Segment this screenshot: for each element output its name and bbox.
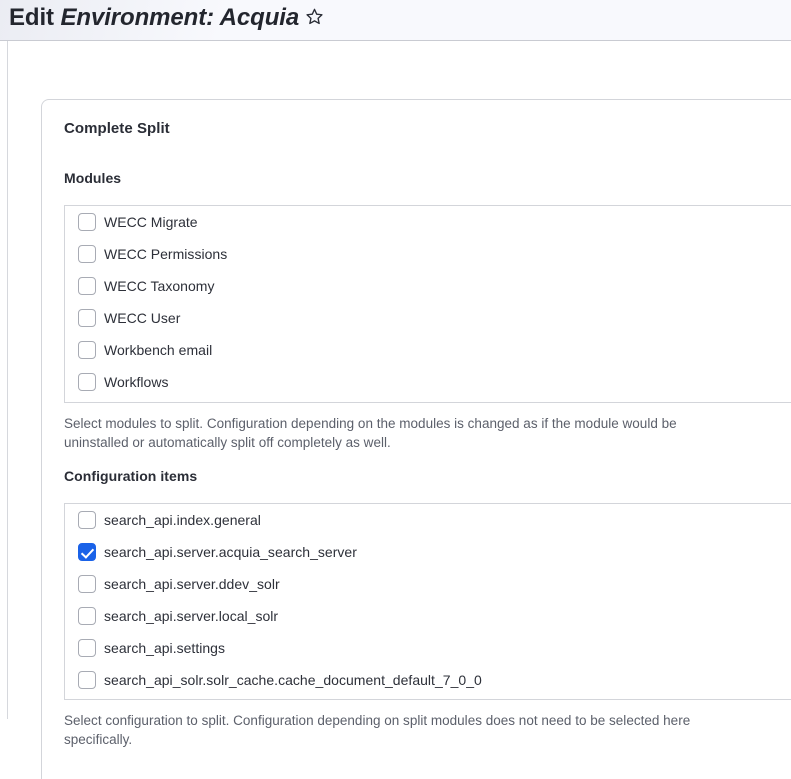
list-item[interactable]: WECC Permissions — [65, 238, 791, 270]
checkbox-config-2[interactable] — [78, 575, 96, 593]
list-item[interactable]: Workbench email — [65, 334, 791, 366]
checkbox-label: Workbench email — [104, 342, 212, 358]
list-item[interactable]: search_api.server.local_solr — [65, 600, 791, 632]
modules-field-label: Modules — [64, 170, 121, 186]
page-title: Edit Environment: Acquia — [9, 2, 324, 34]
checkbox-config-0[interactable] — [78, 511, 96, 529]
configuration-items-help-text: Select configuration to split. Configura… — [64, 711, 724, 749]
split-settings-form: Complete Split Modules WECC Migrate WECC… — [64, 120, 791, 779]
checkbox-label: WECC Permissions — [104, 246, 227, 262]
list-item[interactable]: WECC User — [65, 302, 791, 334]
page-title-entity-name: Environment: Acquia — [61, 4, 300, 31]
configuration-items-checkbox-list: search_api.index.general search_api.serv… — [64, 503, 791, 700]
checkbox-modules-3[interactable] — [78, 309, 96, 327]
page-header: Edit Environment: Acquia — [0, 0, 791, 41]
checkbox-label: search_api.server.ddev_solr — [104, 576, 280, 592]
checkbox-modules-1[interactable] — [78, 245, 96, 263]
checkbox-config-5[interactable] — [78, 671, 96, 689]
checkbox-label: search_api_solr.solr_cache.cache_documen… — [104, 672, 482, 688]
list-item[interactable]: Workflows — [65, 366, 791, 398]
section-heading-complete-split: Complete Split — [64, 120, 170, 137]
modules-checkbox-list: WECC Migrate WECC Permissions WECC Taxon… — [64, 205, 791, 403]
checkbox-label: WECC Taxonomy — [104, 278, 214, 294]
list-item[interactable]: WECC Migrate — [65, 206, 791, 238]
checkbox-config-4[interactable] — [78, 639, 96, 657]
checkbox-label: search_api.server.acquia_search_server — [104, 544, 357, 560]
page-title-lead: Edit — [9, 4, 61, 31]
checkbox-modules-2[interactable] — [78, 277, 96, 295]
list-item[interactable]: search_api.server.acquia_search_server — [65, 536, 791, 568]
checkbox-label: WECC Migrate — [104, 214, 198, 230]
list-item[interactable]: search_api_solr.solr_cache.cache_documen… — [65, 664, 791, 696]
modules-help-text: Select modules to split. Configuration d… — [64, 414, 704, 452]
checkbox-label: search_api.server.local_solr — [104, 608, 278, 624]
list-item[interactable]: search_api.index.general — [65, 504, 791, 536]
list-item[interactable]: search_api.server.ddev_solr — [65, 568, 791, 600]
checkbox-label: search_api.settings — [104, 640, 225, 656]
checkbox-config-3[interactable] — [78, 607, 96, 625]
checkbox-config-1[interactable] — [78, 543, 96, 561]
checkbox-modules-4[interactable] — [78, 341, 96, 359]
checkbox-modules-5[interactable] — [78, 373, 96, 391]
configuration-items-field-label: Configuration items — [64, 468, 197, 484]
checkbox-modules-0[interactable] — [78, 213, 96, 231]
star-outline-icon[interactable] — [305, 7, 324, 26]
list-item[interactable]: WECC Taxonomy — [65, 270, 791, 302]
checkbox-label: Workflows — [104, 374, 169, 390]
content-card: Complete Split Modules WECC Migrate WECC… — [41, 99, 791, 779]
checkbox-label: WECC User — [104, 310, 180, 326]
page-frame: Complete Split Modules WECC Migrate WECC… — [7, 41, 791, 719]
checkbox-label: search_api.index.general — [104, 512, 261, 528]
list-item[interactable]: search_api.settings — [65, 632, 791, 664]
